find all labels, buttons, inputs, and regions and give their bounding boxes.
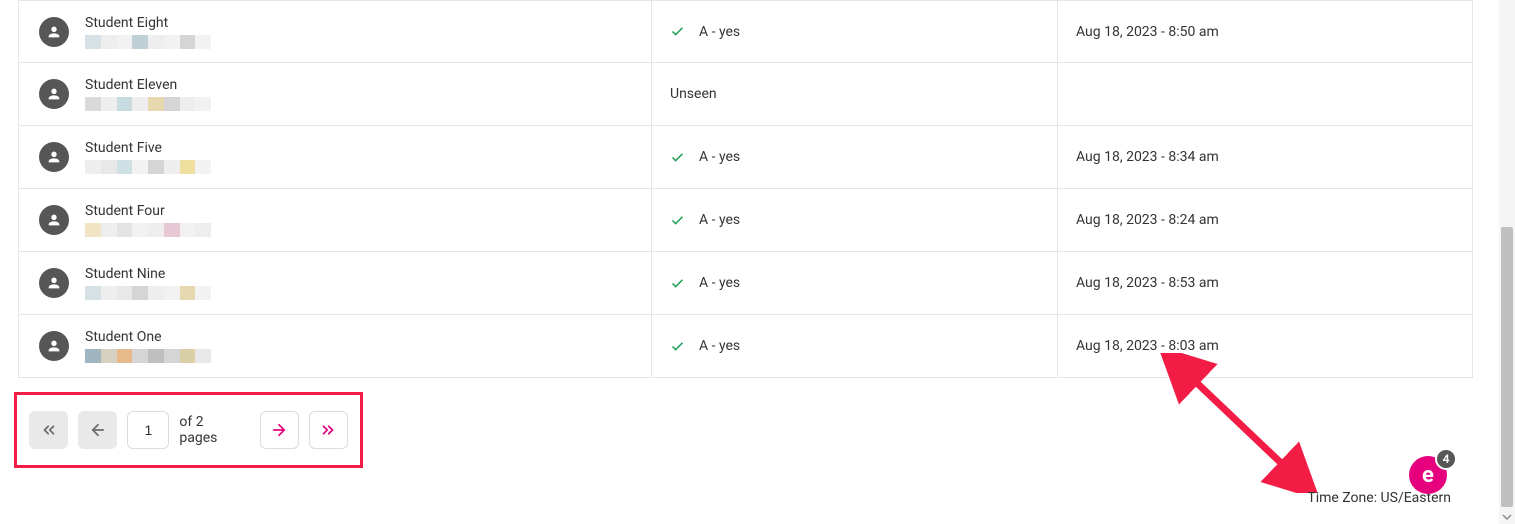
pagination: of 2 pages xyxy=(14,392,363,468)
status-text: A - yes xyxy=(699,275,740,291)
status-cell: A - yes xyxy=(652,126,1058,188)
date-cell xyxy=(1058,63,1472,125)
check-icon xyxy=(670,339,685,354)
student-meta-redacted xyxy=(85,97,211,111)
date-cell: Aug 18, 2023 - 8:03 am xyxy=(1058,315,1472,377)
status-cell: Unseen xyxy=(652,63,1058,125)
date-text: Aug 18, 2023 - 8:24 am xyxy=(1076,212,1219,228)
status-cell: A - yes xyxy=(652,252,1058,314)
table-row[interactable]: Student One A - yes Aug 18, 2023 - 8:03 am xyxy=(18,315,1473,378)
person-icon xyxy=(39,17,69,47)
help-fab-badge: 4 xyxy=(1435,448,1457,470)
student-cell: Student One xyxy=(19,315,652,377)
student-meta-redacted xyxy=(85,286,211,300)
student-cell: Student Eight xyxy=(19,1,652,62)
pagination-next-button[interactable] xyxy=(260,411,299,449)
date-cell: Aug 18, 2023 - 8:53 am xyxy=(1058,252,1472,314)
table-row[interactable]: Student Four A - yes Aug 18, 2023 - 8:24 a… xyxy=(18,189,1473,252)
status-text: A - yes xyxy=(699,212,740,228)
status-text: A - yes xyxy=(699,338,740,354)
student-name: Student Five xyxy=(85,140,211,156)
date-text: Aug 18, 2023 - 8:34 am xyxy=(1076,149,1219,165)
check-icon xyxy=(670,24,685,39)
student-name: Student Four xyxy=(85,203,211,219)
date-text: Aug 18, 2023 - 8:50 am xyxy=(1076,24,1219,40)
status-cell: A - yes xyxy=(652,1,1058,62)
pagination-total-label: of 2 pages xyxy=(179,414,243,446)
date-text: Aug 18, 2023 - 8:53 am xyxy=(1076,275,1219,291)
status-text: A - yes xyxy=(699,24,740,40)
scrollbar-thumb[interactable] xyxy=(1501,227,1513,507)
status-cell: A - yes xyxy=(652,189,1058,251)
student-name: Student One xyxy=(85,329,211,345)
student-cell: Student Nine xyxy=(19,252,652,314)
student-meta-redacted xyxy=(85,160,211,174)
pagination-prev-button[interactable] xyxy=(78,411,117,449)
status-cell: A - yes xyxy=(652,315,1058,377)
students-table: Student Eight A - yes Aug 18, 2023 - 8:50 … xyxy=(18,0,1473,378)
table-row[interactable]: Student Nine A - yes Aug 18, 2023 - 8:53 a… xyxy=(18,252,1473,315)
person-icon xyxy=(39,142,69,172)
student-name: Student Eleven xyxy=(85,77,211,93)
student-cell: Student Eleven xyxy=(19,63,652,125)
check-icon xyxy=(670,150,685,165)
pagination-page-input[interactable] xyxy=(127,411,169,449)
status-text: Unseen xyxy=(670,86,717,102)
date-cell: Aug 18, 2023 - 8:50 am xyxy=(1058,1,1472,62)
table-row[interactable]: Student Five A - yes Aug 18, 2023 - 8:34 a… xyxy=(18,126,1473,189)
pagination-first-button[interactable] xyxy=(29,411,68,449)
table-row[interactable]: Student Eleven Unseen xyxy=(18,63,1473,126)
check-icon xyxy=(670,213,685,228)
date-cell: Aug 18, 2023 - 8:24 am xyxy=(1058,189,1472,251)
student-cell: Student Five xyxy=(19,126,652,188)
person-icon xyxy=(39,79,69,109)
student-meta-redacted xyxy=(85,35,211,49)
help-fab[interactable]: e 4 xyxy=(1409,450,1453,494)
person-icon xyxy=(39,268,69,298)
student-cell: Student Four xyxy=(19,189,652,251)
student-meta-redacted xyxy=(85,349,211,363)
table-row[interactable]: Student Eight A - yes Aug 18, 2023 - 8:50 … xyxy=(18,0,1473,63)
student-name: Student Nine xyxy=(85,266,211,282)
scrollbar-vertical[interactable] xyxy=(1499,0,1515,524)
check-icon xyxy=(670,276,685,291)
date-text: Aug 18, 2023 - 8:03 am xyxy=(1076,338,1219,354)
person-icon xyxy=(39,205,69,235)
date-cell: Aug 18, 2023 - 8:34 am xyxy=(1058,126,1472,188)
person-icon xyxy=(39,331,69,361)
student-name: Student Eight xyxy=(85,15,211,31)
pagination-last-button[interactable] xyxy=(309,411,348,449)
status-text: A - yes xyxy=(699,149,740,165)
scrollbar-down-icon xyxy=(1502,512,1512,522)
student-meta-redacted xyxy=(85,223,211,237)
